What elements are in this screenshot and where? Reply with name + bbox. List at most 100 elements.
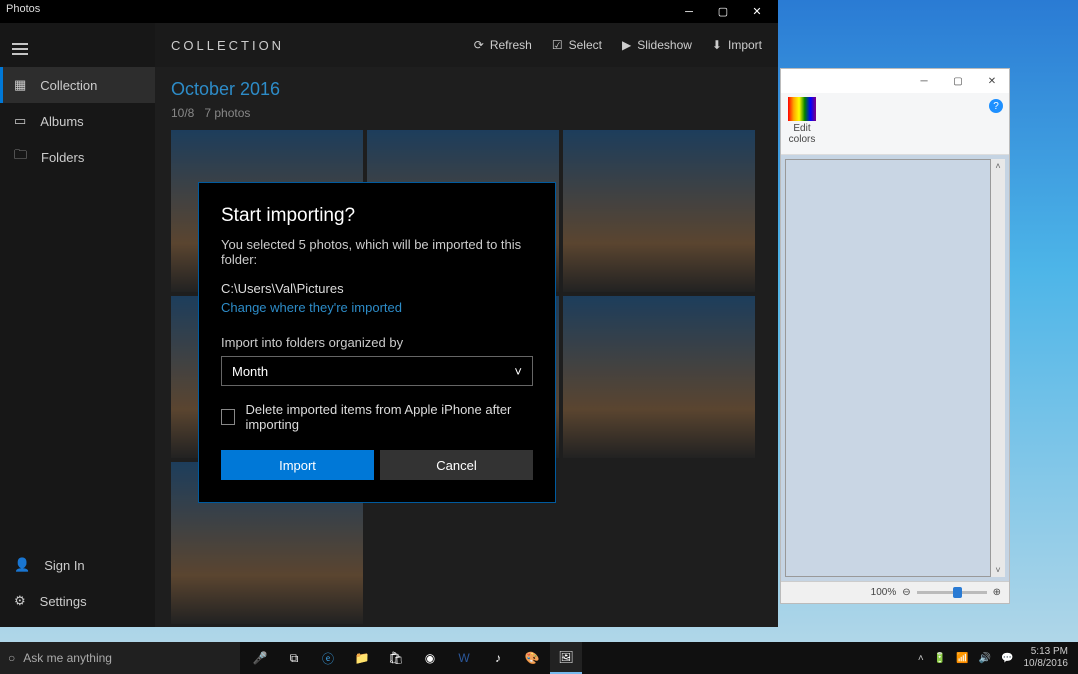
wifi-icon[interactable]: 📶 bbox=[956, 653, 968, 664]
battery-icon[interactable]: 🔋 bbox=[934, 653, 946, 664]
scroll-up-icon[interactable]: ˄ bbox=[995, 161, 1000, 171]
taskbar-clock[interactable]: 5:13 PM 10/8/2016 bbox=[1024, 646, 1073, 670]
toolbar: COLLECTION ⟳Refresh ☑ Select ▶ Slideshow ⬇… bbox=[155, 23, 778, 67]
collection-icon: ▦ bbox=[14, 77, 26, 93]
import-label: Import bbox=[728, 38, 762, 52]
slideshow-icon: ▶ bbox=[622, 38, 631, 52]
paint-statusbar: 100% ⊖ ⊕ bbox=[781, 581, 1009, 603]
photo-thumbnail[interactable] bbox=[563, 130, 755, 292]
taskbar: ○ Ask me anything 🎤 ⧉ ⓔ 📁 🛍 ◉ W ♪ 🎨 🖼 ˄ … bbox=[0, 642, 1078, 674]
system-tray: ˄ 🔋 📶 🔊 💬 5:13 PM 10/8/2016 bbox=[912, 646, 1078, 670]
settings-label: Settings bbox=[40, 594, 87, 609]
cancel-button[interactable]: Cancel bbox=[380, 450, 533, 480]
maximize-button[interactable]: ▢ bbox=[706, 0, 740, 23]
close-button[interactable]: ✕ bbox=[740, 0, 774, 23]
tray-up-icon[interactable]: ˄ bbox=[918, 653, 924, 664]
hamburger-icon bbox=[12, 43, 28, 55]
zoom-slider[interactable] bbox=[917, 591, 987, 594]
clock-time: 5:13 PM bbox=[1024, 646, 1069, 658]
scroll-down-icon[interactable]: ˅ bbox=[995, 565, 1000, 575]
signin-label: Sign In bbox=[44, 558, 84, 573]
sidebar: ▦ Collection ▭ Albums 🗀 Folders 👤 Sign I… bbox=[0, 23, 155, 627]
collection-label: Collection bbox=[40, 78, 97, 93]
slideshow-button[interactable]: ▶ Slideshow bbox=[622, 38, 692, 52]
albums-icon: ▭ bbox=[14, 113, 26, 129]
sidebar-item-settings[interactable]: ⚙ Settings bbox=[0, 583, 155, 619]
edge-icon[interactable]: ⓔ bbox=[312, 642, 344, 674]
photo-thumbnail[interactable] bbox=[563, 296, 755, 458]
select-button[interactable]: ☑ Select bbox=[552, 38, 602, 52]
sidebar-item-collection[interactable]: ▦ Collection bbox=[0, 67, 155, 103]
action-center-icon[interactable]: 💬 bbox=[1001, 653, 1013, 664]
settings-icon: ⚙ bbox=[14, 593, 26, 609]
paint-maximize-button[interactable]: ▢ bbox=[941, 69, 975, 93]
import-confirm-button[interactable]: Import bbox=[221, 450, 374, 480]
albums-label: Albums bbox=[40, 114, 83, 129]
search-placeholder: Ask me anything bbox=[23, 651, 112, 665]
select-label: Select bbox=[569, 38, 602, 52]
dialog-title: Start importing? bbox=[221, 205, 533, 227]
photos-titlebar: Photos ─ ▢ ✕ bbox=[0, 0, 778, 23]
date-count: 7 photos bbox=[204, 106, 250, 120]
delete-checkbox-row[interactable]: Delete imported items from Apple iPhone … bbox=[221, 402, 533, 432]
date-day: 10/8 bbox=[171, 106, 194, 120]
photos-taskbar-icon[interactable]: 🖼 bbox=[550, 642, 582, 674]
refresh-button[interactable]: ⟳Refresh bbox=[474, 38, 532, 52]
sidebar-item-albums[interactable]: ▭ Albums bbox=[0, 103, 155, 139]
mic-icon[interactable]: 🎤 bbox=[244, 642, 276, 674]
chevron-down-icon: ˅ bbox=[514, 364, 522, 379]
paint-titlebar: ─ ▢ ✕ bbox=[781, 69, 1009, 93]
minimize-button[interactable]: ─ bbox=[672, 0, 706, 23]
volume-icon[interactable]: 🔊 bbox=[979, 653, 991, 664]
slideshow-label: Slideshow bbox=[637, 38, 692, 52]
organize-value: Month bbox=[232, 364, 268, 379]
signin-icon: 👤 bbox=[14, 557, 30, 573]
paint-minimize-button[interactable]: ─ bbox=[907, 69, 941, 93]
select-icon: ☑ bbox=[552, 38, 563, 52]
edit-colors-label: Edit colors bbox=[789, 123, 816, 145]
delete-checkbox[interactable] bbox=[221, 409, 235, 425]
paint-close-button[interactable]: ✕ bbox=[975, 69, 1009, 93]
chrome-icon[interactable]: ◉ bbox=[414, 642, 446, 674]
zoom-in-button[interactable]: ⊕ bbox=[993, 587, 1001, 598]
paint-canvas[interactable] bbox=[785, 159, 991, 577]
paint-window: ─ ▢ ✕ Edit colors ? ˄ ˅ 100% ⊖ ⊕ bbox=[780, 68, 1010, 604]
dialog-message: You selected 5 photos, which will be imp… bbox=[221, 237, 533, 267]
help-icon[interactable]: ? bbox=[989, 99, 1003, 113]
paint-scrollbar[interactable]: ˄ ˅ bbox=[991, 159, 1005, 577]
folders-icon: 🗀 bbox=[14, 146, 27, 168]
paint-taskbar-icon[interactable]: 🎨 bbox=[516, 642, 548, 674]
sidebar-item-folders[interactable]: 🗀 Folders bbox=[0, 139, 155, 175]
color-swatch-icon bbox=[788, 97, 816, 121]
import-icon: ⬇ bbox=[712, 38, 722, 52]
edit-colors-button[interactable]: Edit colors bbox=[785, 97, 819, 150]
zoom-out-button[interactable]: ⊖ bbox=[902, 587, 910, 598]
taskbar-icons: 🎤 ⧉ ⓔ 📁 🛍 ◉ W ♪ 🎨 🖼 bbox=[240, 642, 582, 674]
file-explorer-icon[interactable]: 📁 bbox=[346, 642, 378, 674]
organize-select[interactable]: Month ˅ bbox=[221, 356, 533, 386]
taskbar-search[interactable]: ○ Ask me anything bbox=[0, 642, 240, 674]
refresh-icon: ⟳ bbox=[474, 38, 484, 52]
import-button[interactable]: ⬇ Import bbox=[712, 38, 762, 52]
photos-window: Photos ─ ▢ ✕ ▦ Collection ▭ Albums 🗀 bbox=[0, 0, 778, 627]
task-view-icon[interactable]: ⧉ bbox=[278, 642, 310, 674]
change-location-link[interactable]: Change where they're imported bbox=[221, 300, 533, 315]
sidebar-item-signin[interactable]: 👤 Sign In bbox=[0, 547, 155, 583]
organize-label: Import into folders organized by bbox=[221, 335, 533, 350]
delete-label: Delete imported items from Apple iPhone … bbox=[245, 402, 533, 432]
folders-label: Folders bbox=[41, 150, 84, 165]
paint-canvas-area: ˄ ˅ bbox=[781, 155, 1009, 581]
itunes-icon[interactable]: ♪ bbox=[482, 642, 514, 674]
zoom-slider-thumb[interactable] bbox=[953, 587, 962, 598]
store-icon[interactable]: 🛍 bbox=[380, 642, 412, 674]
paint-ribbon: Edit colors ? bbox=[781, 93, 1009, 155]
cortana-icon: ○ bbox=[8, 651, 15, 665]
photos-window-title: Photos bbox=[6, 3, 40, 15]
import-path: C:\Users\Val\Pictures bbox=[221, 281, 533, 296]
word-icon[interactable]: W bbox=[448, 642, 480, 674]
hamburger-button[interactable] bbox=[0, 31, 40, 67]
date-header[interactable]: October 2016 bbox=[171, 79, 762, 100]
toolbar-title: COLLECTION bbox=[171, 38, 284, 53]
date-sub: 10/8 7 photos bbox=[171, 106, 762, 120]
zoom-label: 100% bbox=[871, 587, 897, 598]
